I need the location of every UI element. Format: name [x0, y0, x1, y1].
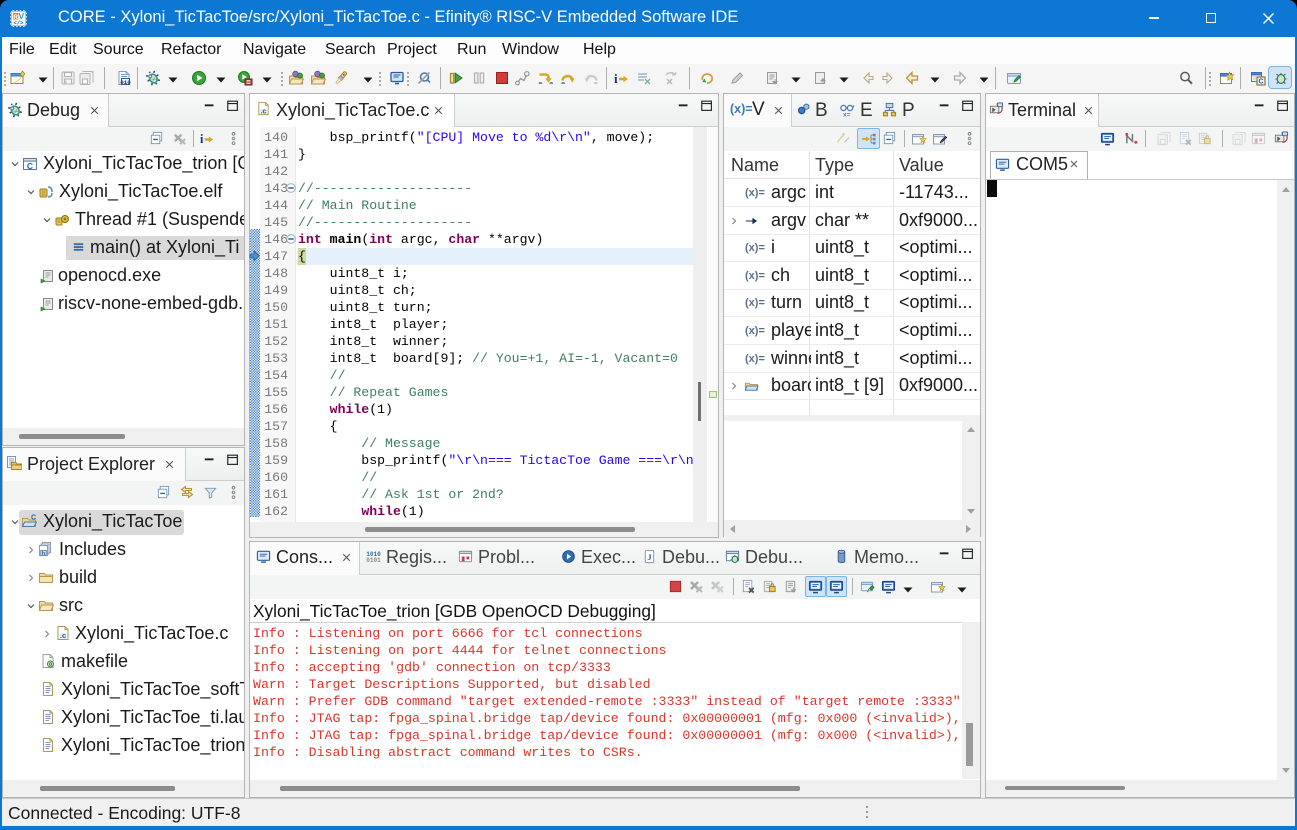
svg-text:</>: </>	[14, 20, 25, 27]
svg-text:x=: x=	[843, 112, 851, 119]
svg-text:010: 010	[120, 79, 131, 86]
svg-text:C: C	[31, 515, 36, 522]
svg-text:C: C	[27, 161, 33, 171]
svg-text:i: i	[200, 132, 204, 146]
svg-text:i: i	[614, 71, 618, 86]
svg-text:C: C	[1258, 79, 1263, 86]
svg-text:.c: .c	[261, 108, 267, 115]
svg-text:0101: 0101	[366, 557, 381, 564]
svg-text:J: J	[647, 552, 651, 562]
svg-text:.c: .c	[60, 631, 66, 640]
